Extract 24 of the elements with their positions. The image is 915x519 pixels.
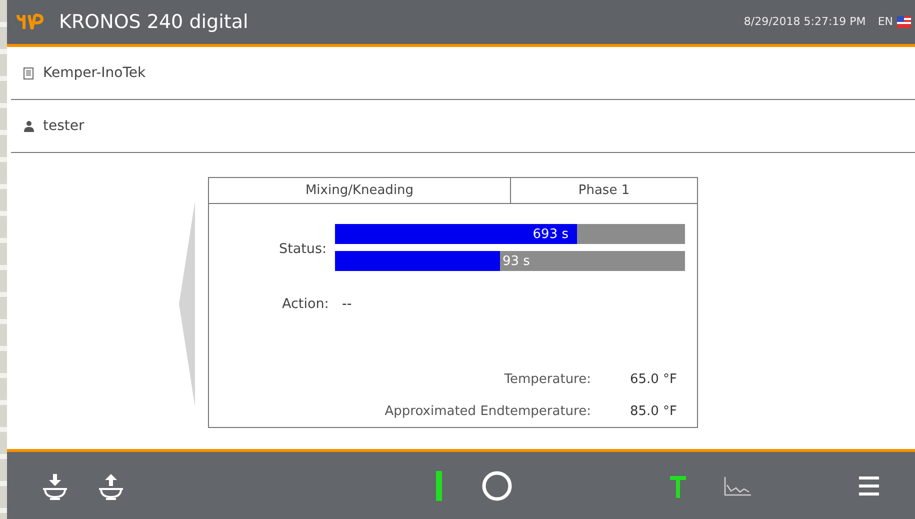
action-value: --: [342, 295, 352, 314]
document-icon: [23, 66, 35, 80]
line-chart-icon[interactable]: [723, 474, 753, 496]
progress-time: 693 s: [532, 226, 568, 244]
language-code[interactable]: EN: [878, 14, 893, 30]
phase-label: Phase 1: [577, 182, 631, 200]
action-label: Action:: [282, 295, 329, 314]
progress-time: 93 s: [502, 253, 530, 271]
date-time: 8/29/2018 5:27:19 PM: [744, 14, 866, 30]
reading-label: Temperature:: [503, 371, 591, 389]
menu-icon[interactable]: [857, 474, 881, 498]
user-name: tester: [43, 116, 84, 136]
program-name: Mixing/Kneading: [209, 178, 511, 203]
t-icon[interactable]: [669, 474, 687, 498]
stop-icon[interactable]: [481, 470, 513, 502]
user-icon: [23, 120, 35, 132]
reading-value: 85.0 °F: [628, 402, 677, 420]
app-title: KRONOS 240 digital: [59, 10, 248, 35]
reading-label: Approximated Endtemperature:: [384, 402, 591, 420]
flag-icon[interactable]: [897, 16, 911, 28]
company-name: Kemper-InoTek: [43, 64, 146, 82]
reading-value: 65.0 °F: [628, 371, 677, 389]
status-label: Status:: [279, 240, 327, 259]
start-icon[interactable]: [435, 470, 443, 502]
